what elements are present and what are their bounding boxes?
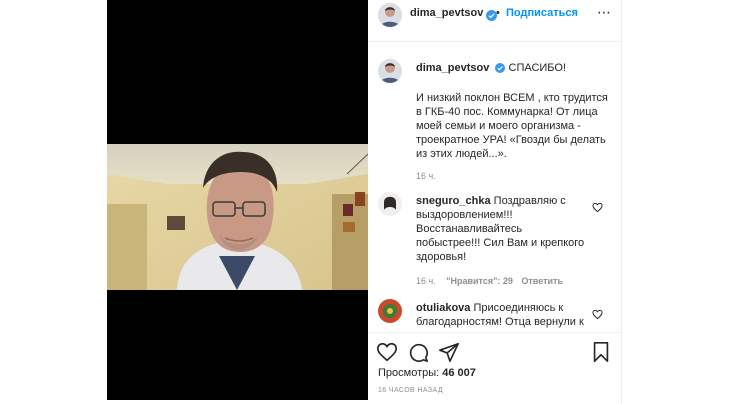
- caption: dima_pevtsov СПАСИБО! И низкий поклон ВС…: [416, 61, 612, 181]
- avatar-image: [378, 192, 402, 216]
- more-options-icon[interactable]: ⋯: [596, 4, 612, 20]
- avatar-image: [378, 3, 402, 27]
- post-time[interactable]: 16 ЧАСОВ НАЗАД: [378, 387, 443, 394]
- paper-plane-icon[interactable]: [438, 341, 460, 363]
- comments-list[interactable]: dima_pevtsov СПАСИБО! И низкий поклон ВС…: [368, 42, 622, 332]
- heart-icon[interactable]: [376, 341, 398, 363]
- caption-body: И низкий поклон ВСЕМ , кто трудится в ГК…: [416, 92, 608, 160]
- comment-icon[interactable]: [407, 341, 429, 363]
- post-header: dima_pevtsov • Подписаться ⋯: [368, 0, 622, 42]
- avatar-image: [378, 299, 402, 323]
- verified-badge-icon: [495, 63, 506, 77]
- header-separator: •: [496, 7, 500, 19]
- views-value: 46 007: [442, 367, 476, 379]
- comment-likes[interactable]: "Нравится": 29: [446, 276, 513, 286]
- post-video[interactable]: [107, 0, 368, 400]
- comment: sneguro_chka Поздравляю с выздоровлением…: [416, 194, 586, 286]
- video-still: [107, 144, 368, 290]
- comment: otuliakova Присоединяюсь к благодарностя…: [416, 301, 586, 329]
- author-username[interactable]: dima_pevtsov: [410, 7, 483, 19]
- comment-username[interactable]: otuliakova: [416, 302, 470, 314]
- comment-time[interactable]: 16 ч.: [416, 276, 436, 286]
- views-count[interactable]: Просмотры: 46 007: [378, 367, 476, 379]
- post-details-panel: dima_pevtsov • Подписаться ⋯ dima_pevtso…: [368, 0, 622, 404]
- video-frame[interactable]: [107, 144, 368, 290]
- caption-time[interactable]: 16 ч.: [416, 171, 612, 181]
- author-avatar[interactable]: [378, 3, 402, 27]
- caption-username[interactable]: dima_pevtsov: [416, 62, 489, 74]
- comment-avatar[interactable]: [378, 192, 402, 216]
- post-actions: Просмотры: 46 007 16 ЧАСОВ НАЗАД: [368, 332, 622, 404]
- comment-like-heart-icon[interactable]: [592, 307, 603, 320]
- reply-button[interactable]: Ответить: [521, 276, 563, 286]
- follow-button[interactable]: Подписаться: [506, 7, 578, 19]
- comment-username[interactable]: sneguro_chka: [416, 195, 491, 207]
- caption-avatar[interactable]: [378, 59, 402, 83]
- comment-like-heart-icon[interactable]: [592, 200, 603, 213]
- comment-avatar[interactable]: [378, 299, 402, 323]
- avatar-image: [378, 59, 402, 83]
- views-label: Просмотры:: [378, 367, 440, 379]
- bookmark-icon[interactable]: [590, 341, 612, 363]
- caption-title: СПАСИБО!: [508, 62, 567, 74]
